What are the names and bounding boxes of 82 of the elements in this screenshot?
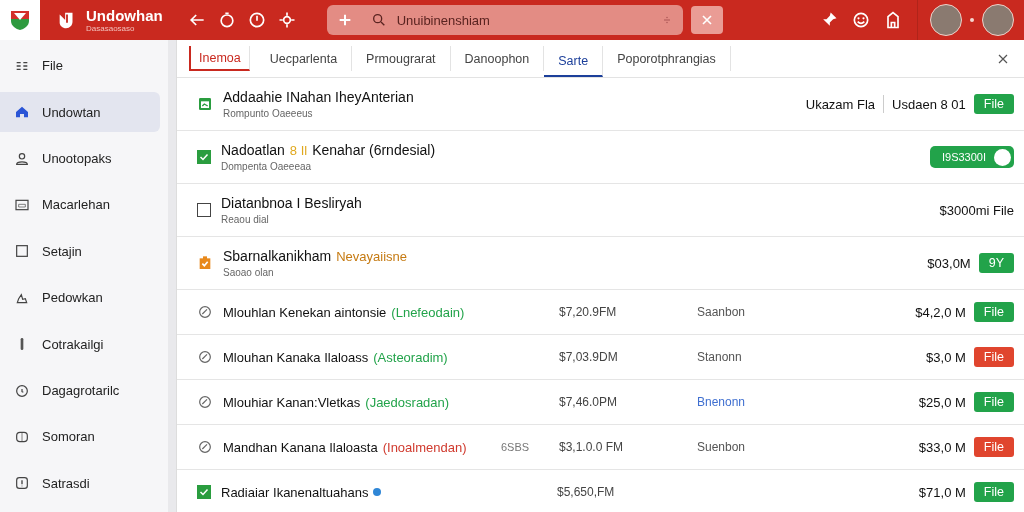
row-title: Diatanbnoa I Besliryah: [221, 195, 362, 211]
checkbox[interactable]: [197, 150, 211, 164]
row-subtitle: Rompunto Oaeeeus: [223, 108, 314, 119]
circle-check-icon: [197, 304, 213, 320]
row-amount: $71,0 M: [918, 484, 966, 500]
row-title: Mandhan Kanana Ilaloasta: [223, 439, 378, 455]
sidebar-item[interactable]: File: [0, 46, 160, 86]
tab[interactable]: Poporotphrangias: [603, 46, 731, 71]
search-input[interactable]: Unuibinenshiam: [394, 11, 653, 29]
row-time: $3,1.0.0 FM: [559, 440, 625, 454]
row-amount: Ukazam Fla: [805, 96, 876, 112]
row-title: Mlouhan Kanaka Ilaloass: [223, 349, 369, 365]
row-title: Mlouhiar Kanan:Vletkas: [223, 394, 361, 410]
row-amount: Usdaen 8 01: [892, 96, 966, 112]
file-button[interactable]: File: [973, 347, 1014, 367]
clipboard-check-icon: [197, 255, 213, 271]
clock-icon: [14, 382, 30, 399]
calendar-icon: [197, 96, 213, 112]
row-amount: $3,0 M: [926, 349, 966, 365]
row-title: Nadoatlan: [221, 142, 285, 158]
row-tag: (Asteoradim): [373, 349, 448, 365]
info-icon: [14, 475, 30, 492]
row-title: Radiaiar Ikanenaltuahans: [221, 484, 369, 500]
person-icon: [14, 150, 30, 167]
check-icon: [198, 486, 210, 498]
sidebar-item[interactable]: Unootopaks: [0, 138, 160, 179]
row-amount: $33,0 M: [918, 439, 966, 455]
row-amount: $4,2,0 M: [915, 304, 966, 320]
check-icon: [198, 151, 210, 163]
tab[interactable]: Inemoa: [189, 46, 250, 71]
tab[interactable]: Sarte: [544, 46, 604, 77]
app-name: Undowhan: [86, 7, 163, 23]
tab[interactable]: Prmougrarat: [352, 46, 451, 71]
sidebar-item[interactable]: Setajin: [0, 231, 160, 272]
sidebar-item[interactable]: Macarlehan: [0, 185, 160, 225]
avatar[interactable]: [982, 4, 1014, 36]
checkbox[interactable]: [197, 485, 211, 499]
row-subtitle: Dompenta Oaeeeaa: [221, 161, 313, 172]
row-amount: $03,0M: [927, 255, 971, 271]
row-status: Bnenonn: [697, 395, 747, 409]
checkbox[interactable]: [197, 203, 211, 217]
row-time: $7,46.0PM: [559, 395, 619, 409]
row-subtitle: Reaou dial: [221, 214, 270, 225]
row-title: Addaahie INahan IheyAnterian: [223, 89, 414, 105]
row-amount: $25,0 M: [918, 394, 966, 410]
app-subtitle: Dasasaosaso: [86, 24, 136, 33]
shield-logo-icon: [8, 8, 32, 32]
circle-check-icon: [197, 349, 213, 365]
row-tag: 8 Il: [289, 142, 308, 158]
dot-icon: [970, 18, 974, 22]
row-title: Mlouhlan Kenekan aintonsie: [223, 304, 387, 320]
row-status: Suenbon: [697, 440, 747, 454]
row-tag: Nevayaiisne: [336, 248, 407, 264]
circle-check-icon: [197, 439, 213, 455]
sidebar-item[interactable]: Pedowkan: [0, 278, 160, 318]
row-time: $7,03.9DM: [559, 350, 619, 364]
row-subtitle: Saoao olan: [223, 267, 275, 278]
circle-check-icon: [197, 394, 213, 410]
row-time: $7,20.9FM: [559, 305, 618, 319]
sidebar-item[interactable]: Satrasdi: [0, 463, 160, 504]
row-status: Stanonn: [697, 350, 743, 364]
row-code: 6SBS: [501, 441, 531, 453]
row-amount: $3000mi File: [939, 202, 1014, 218]
sidebar-item[interactable]: Somoran: [0, 417, 160, 457]
row-time: $5,650,FM: [557, 485, 616, 499]
sidebar-item[interactable]: Dagagrotarilc: [0, 370, 160, 411]
row-status: Saanbon: [697, 305, 747, 319]
file-button[interactable]: File: [973, 437, 1014, 457]
avatar[interactable]: [930, 4, 962, 36]
row-tag: (Inoalmendan): [382, 439, 467, 455]
sidebar-item[interactable]: Undowtan: [0, 92, 160, 132]
search-field[interactable]: Unuibinenshiam: [326, 5, 683, 35]
row-title: Sbarnalkanikham: [223, 248, 332, 264]
search-icon: [370, 12, 387, 28]
row-title: Kenahar (6rndesial): [312, 142, 436, 158]
close-button[interactable]: [690, 6, 723, 34]
square-icon: [14, 243, 30, 260]
tab[interactable]: Danoophon: [450, 46, 545, 71]
row-tag: (Lnefeodain): [391, 304, 465, 320]
sidebar-item[interactable]: Cotrakailgi: [0, 324, 160, 364]
tab[interactable]: Uecparlenta: [255, 46, 353, 71]
row-tag: (Jaedosradan): [365, 394, 450, 410]
